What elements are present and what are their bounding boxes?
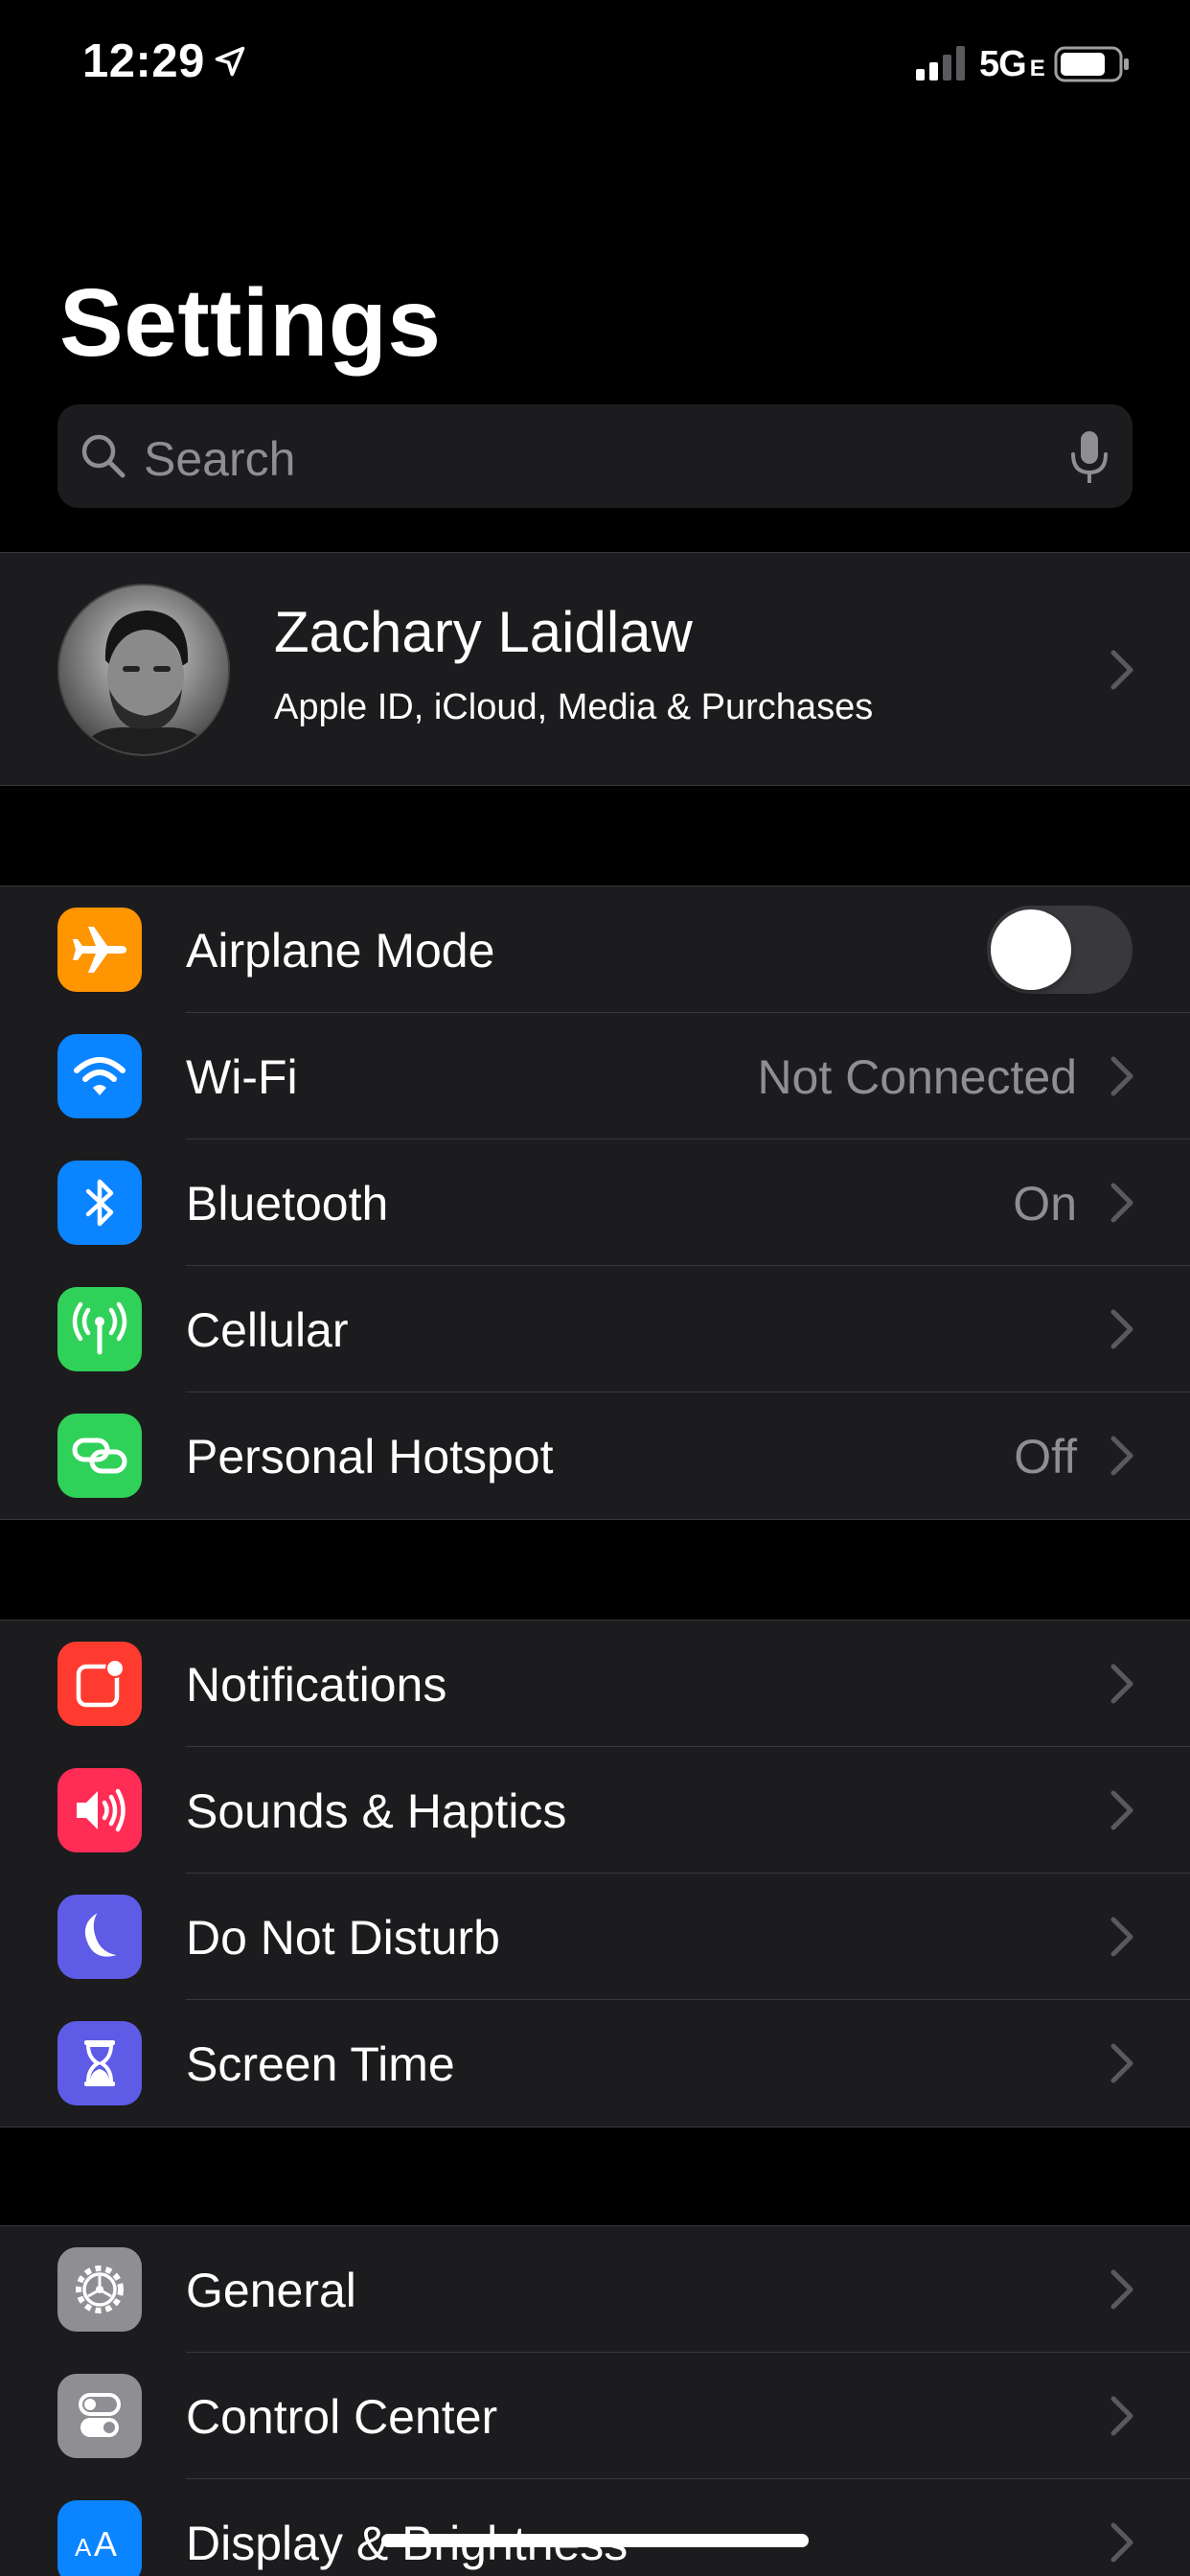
switches-icon — [57, 2374, 142, 2458]
chevron-right-icon — [1110, 2043, 1133, 2083]
row-control-center[interactable]: Control Center — [0, 2353, 1190, 2479]
profile-subtitle: Apple ID, iCloud, Media & Purchases — [274, 687, 874, 727]
gear-icon — [57, 2247, 142, 2332]
row-label: General — [186, 2264, 356, 2317]
toggle-knob — [991, 909, 1071, 990]
row-cellular[interactable]: Cellular — [0, 1266, 1190, 1392]
signal-bars-icon — [916, 46, 965, 80]
row-airplane-mode: Airplane Mode — [0, 886, 1190, 1013]
airplane-icon — [57, 908, 142, 992]
row-value: Not Connected — [757, 1050, 1077, 1104]
row-label: Wi-Fi — [186, 1050, 298, 1104]
notification-badge-icon — [57, 1642, 142, 1726]
page-title: Settings — [59, 269, 442, 377]
microphone-icon[interactable] — [1067, 429, 1111, 487]
search-icon — [81, 434, 126, 478]
row-label: Bluetooth — [186, 1177, 389, 1230]
row-general[interactable]: General — [0, 2226, 1190, 2353]
row-value: On — [1013, 1177, 1077, 1230]
antenna-icon — [57, 1287, 142, 1371]
row-do-not-disturb[interactable]: Do Not Disturb — [0, 1874, 1190, 2000]
status-time: 12:29 — [82, 35, 205, 87]
row-display-brightness[interactable]: A A Display & Brightness — [0, 2479, 1190, 2576]
chevron-right-icon — [1110, 2522, 1133, 2563]
row-label: Control Center — [186, 2390, 498, 2444]
svg-text:A: A — [94, 2524, 117, 2564]
chevron-right-icon — [1110, 1056, 1133, 1096]
row-wifi[interactable]: Wi-Fi Not Connected — [0, 1013, 1190, 1139]
hotspot-link-icon — [57, 1414, 142, 1498]
home-indicator[interactable] — [381, 2534, 809, 2547]
chevron-right-icon — [1110, 1664, 1133, 1704]
row-sounds-haptics[interactable]: Sounds & Haptics — [0, 1747, 1190, 1874]
hourglass-icon — [57, 2021, 142, 2105]
bluetooth-icon — [57, 1161, 142, 1245]
text-size-icon: A A — [57, 2500, 142, 2576]
notifications-group: Notifications Sounds & Haptics Do Not Di… — [0, 1620, 1190, 2128]
row-label: Sounds & Haptics — [186, 1784, 567, 1838]
airplane-mode-toggle[interactable] — [987, 906, 1133, 994]
row-personal-hotspot[interactable]: Personal Hotspot Off — [0, 1392, 1190, 1519]
status-bar: 12:29 5G E — [0, 0, 1190, 126]
row-label: Notifications — [186, 1658, 447, 1712]
connectivity-group: Airplane Mode Wi-Fi Not Connected Blueto… — [0, 886, 1190, 1520]
row-label: Cellular — [186, 1303, 349, 1357]
network-type: 5G E — [979, 44, 1045, 84]
chevron-right-icon — [1110, 1309, 1133, 1349]
profile-name: Zachary Laidlaw — [274, 600, 693, 664]
row-label: Airplane Mode — [186, 924, 495, 978]
chevron-right-icon — [1110, 1917, 1133, 1957]
search-input[interactable]: Search — [57, 404, 1133, 508]
wifi-icon — [57, 1034, 142, 1118]
row-screen-time[interactable]: Screen Time — [0, 2000, 1190, 2127]
svg-text:A: A — [75, 2533, 92, 2562]
row-value: Off — [1014, 1430, 1077, 1484]
row-label: Personal Hotspot — [186, 1430, 554, 1484]
moon-icon — [57, 1895, 142, 1979]
row-label: Screen Time — [186, 2037, 455, 2091]
avatar — [57, 584, 230, 756]
location-arrow-icon — [215, 46, 245, 77]
system-group: General Control Center A A Display & — [0, 2225, 1190, 2576]
row-notifications[interactable]: Notifications — [0, 1621, 1190, 1747]
row-label: Do Not Disturb — [186, 1911, 500, 1965]
chevron-right-icon — [1110, 2269, 1133, 2310]
chevron-right-icon — [1110, 1183, 1133, 1223]
chevron-right-icon — [1110, 1790, 1133, 1830]
search-placeholder: Search — [144, 432, 296, 486]
battery-icon — [1054, 46, 1129, 82]
apple-id-profile-row[interactable]: Zachary Laidlaw Apple ID, iCloud, Media … — [0, 552, 1190, 786]
chevron-right-icon — [1110, 2396, 1133, 2436]
chevron-right-icon — [1110, 1436, 1133, 1476]
settings-screen: 12:29 5G E Settings Search Zachary Laidl… — [0, 0, 1190, 2576]
chevron-right-icon — [1110, 650, 1133, 690]
row-bluetooth[interactable]: Bluetooth On — [0, 1139, 1190, 1266]
speaker-icon — [57, 1768, 142, 1852]
